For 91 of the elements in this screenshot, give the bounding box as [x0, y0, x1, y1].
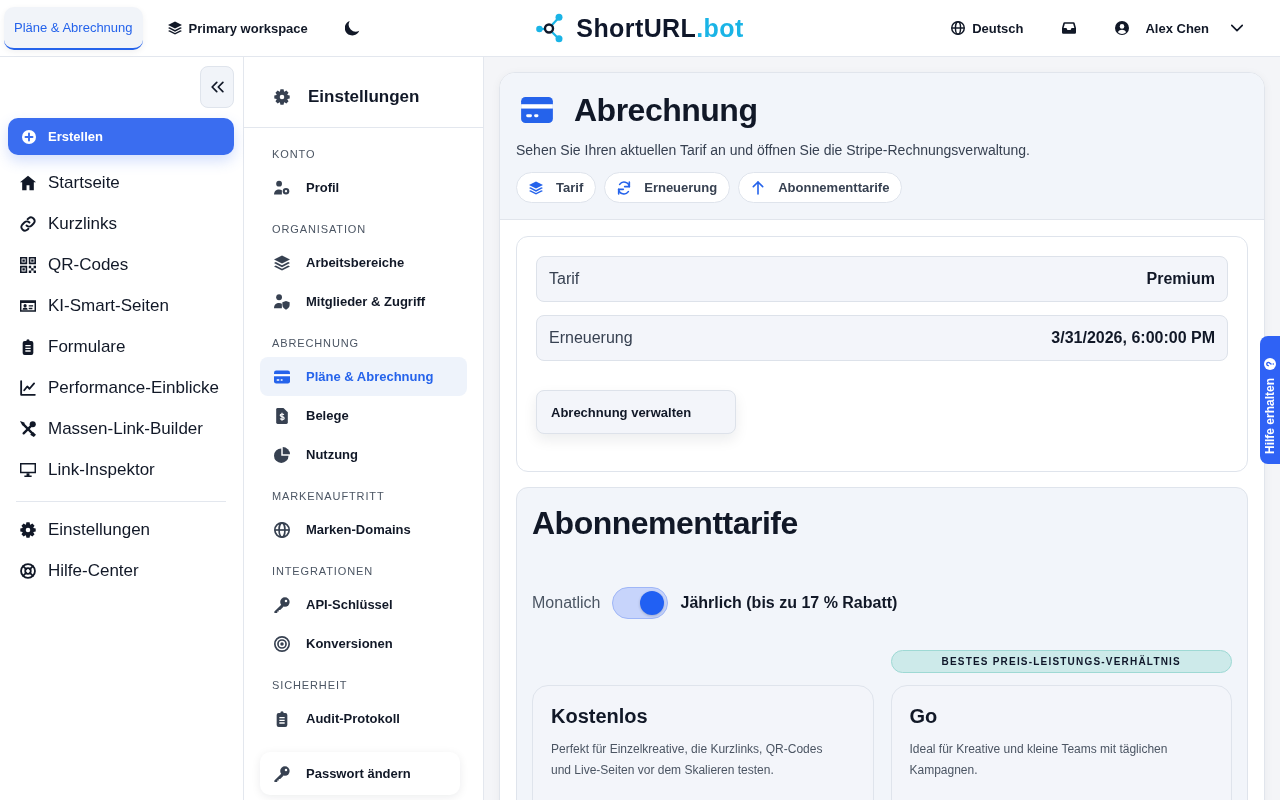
- nav-section-label: INTEGRATIONEN: [271, 564, 374, 579]
- section-link[interactable]: Tarif: [516, 172, 597, 203]
- billing-period-label: Monatlich: [532, 594, 601, 612]
- nav-section-label: KONTO: [271, 147, 316, 162]
- clipboard-icon: [274, 710, 290, 727]
- user-shield-icon: [274, 293, 290, 310]
- user-avatar-icon: [1115, 21, 1130, 35]
- nav-item[interactable]: Formulare: [8, 326, 234, 367]
- id-card-icon: [20, 297, 36, 314]
- billing-period-label: Jährlich (bis zu 17 % Rabatt): [680, 594, 898, 612]
- settings-nav-item[interactable]: Konversionen: [260, 624, 467, 663]
- globe-icon: [951, 21, 966, 35]
- plan-name: Go: [909, 704, 938, 729]
- plus-circle-icon: [22, 129, 36, 144]
- detail-label: Erneuerung: [549, 329, 633, 347]
- settings-nav-item[interactable]: Belege: [260, 396, 467, 435]
- nav-item[interactable]: QR-Codes: [8, 244, 234, 285]
- plan-name: Kostenlos: [551, 704, 648, 729]
- nav-item[interactable]: Performance-Einblicke: [8, 367, 234, 408]
- plan-badge: BESTES PREIS-LEISTUNGS-VERHÄLTNIS: [890, 650, 1232, 673]
- arrow-up-icon: [751, 180, 766, 195]
- section-link[interactable]: Erneuerung: [604, 172, 731, 203]
- key-icon: [274, 765, 290, 782]
- nav-item[interactable]: Einstellungen: [8, 509, 234, 550]
- globe-icon: [274, 521, 290, 538]
- detail-label: Tarif: [549, 270, 580, 288]
- settings-nav-item[interactable]: Profil: [260, 168, 467, 207]
- settings-nav-item[interactable]: Mitglieder & Zugriff: [260, 282, 467, 321]
- user-menu-button[interactable]: Alex Chen: [1103, 12, 1255, 44]
- toggle-switch[interactable]: [612, 587, 669, 619]
- change-password-link[interactable]: Passwort ändern: [260, 752, 460, 795]
- settings-nav-item[interactable]: Marken-Domains: [260, 510, 467, 549]
- section-link[interactable]: Abonnementtarife: [738, 172, 903, 203]
- settings-nav-item[interactable]: Pläne & Abrechnung: [260, 357, 467, 396]
- settings-nav-item[interactable]: Audit-Protokoll: [260, 699, 467, 738]
- gear-icon: [274, 89, 290, 105]
- credit-card-icon: [274, 368, 290, 385]
- settings-nav-item[interactable]: Arbeitsbereiche: [260, 243, 467, 282]
- receipt-icon: [274, 407, 290, 424]
- gear-icon: [20, 521, 36, 538]
- detail-value: 3/31/2026, 6:00:00 PM: [1051, 329, 1215, 347]
- home-icon: [20, 174, 36, 191]
- collapse-sidebar-button[interactable]: [200, 66, 234, 108]
- nav-item[interactable]: Hilfe-Center: [8, 550, 234, 591]
- plan-description: Perfekt für Einzelkreative, die Kurzlinks, QR-Codes und Live-Seiten vor dem Skalieren testen.: [551, 741, 824, 779]
- nav-item[interactable]: Startseite: [8, 162, 234, 203]
- nav-section-label: MARKENAUFTRITT: [271, 489, 385, 504]
- section-title: Abonnementtarife: [532, 504, 798, 543]
- moon-icon: [344, 20, 360, 36]
- qr-code-icon: [20, 256, 36, 273]
- page-subtitle: Sehen Sie Ihren aktuellen Tarif an und öffnen Sie die Stripe-Rechnungsverwaltung.: [516, 141, 1031, 160]
- question-circle-icon: [1264, 357, 1276, 370]
- nodes-logo-icon: [536, 13, 564, 43]
- workspace-button[interactable]: Primary workspace: [155, 12, 320, 44]
- tab[interactable]: Pläne & Abrechnung: [4, 6, 143, 50]
- layers-icon: [529, 180, 543, 195]
- credit-card-icon: [520, 97, 554, 123]
- lifebuoy-icon: [20, 562, 36, 579]
- page-title: Abrechnung: [574, 91, 758, 130]
- line-chart-icon: [20, 379, 36, 396]
- detail-value: Premium: [1146, 270, 1215, 288]
- settings-nav-item[interactable]: API-Schlüssel: [260, 585, 467, 624]
- clipboard-icon: [20, 338, 36, 355]
- plan-description: Ideal für Kreative und kleine Teams mit täglichen Kampagnen.: [909, 741, 1169, 779]
- tools-icon: [20, 420, 36, 437]
- refresh-icon: [617, 180, 632, 195]
- nav-section-label: ORGANISATION: [271, 222, 367, 237]
- user-gear-icon: [274, 179, 290, 196]
- settings-nav-item[interactable]: Nutzung: [260, 435, 467, 474]
- create-button[interactable]: Erstellen: [8, 118, 234, 155]
- target-icon: [274, 635, 290, 652]
- language-button[interactable]: Deutsch: [939, 12, 1036, 44]
- nav-item[interactable]: Link-Inspektor: [8, 449, 234, 490]
- layers-icon: [167, 21, 182, 35]
- monitor-icon: [20, 461, 36, 478]
- double-chevron-left-icon: [210, 81, 224, 93]
- pie-chart-icon: [274, 446, 290, 463]
- key-icon: [274, 596, 290, 613]
- help-tab[interactable]: Hilfe erhalten: [1260, 336, 1280, 464]
- chevron-down-icon: [1231, 24, 1243, 32]
- nav-section-label: ABRECHNUNG: [271, 336, 360, 351]
- logo-text: ShortURL.bot: [576, 13, 744, 43]
- nav-item[interactable]: Kurzlinks: [8, 203, 234, 244]
- nav-item[interactable]: Massen-Link-Builder: [8, 408, 234, 449]
- link-icon: [20, 215, 36, 232]
- layers-icon: [274, 254, 290, 271]
- nav-section-label: SICHERHEIT: [271, 678, 348, 693]
- nav-item[interactable]: KI-Smart-Seiten: [8, 285, 234, 326]
- manage-billing-button[interactable]: Abrechnung verwalten: [536, 390, 736, 434]
- inbox-icon: [1062, 21, 1077, 35]
- settings-title: Einstellungen: [308, 87, 420, 107]
